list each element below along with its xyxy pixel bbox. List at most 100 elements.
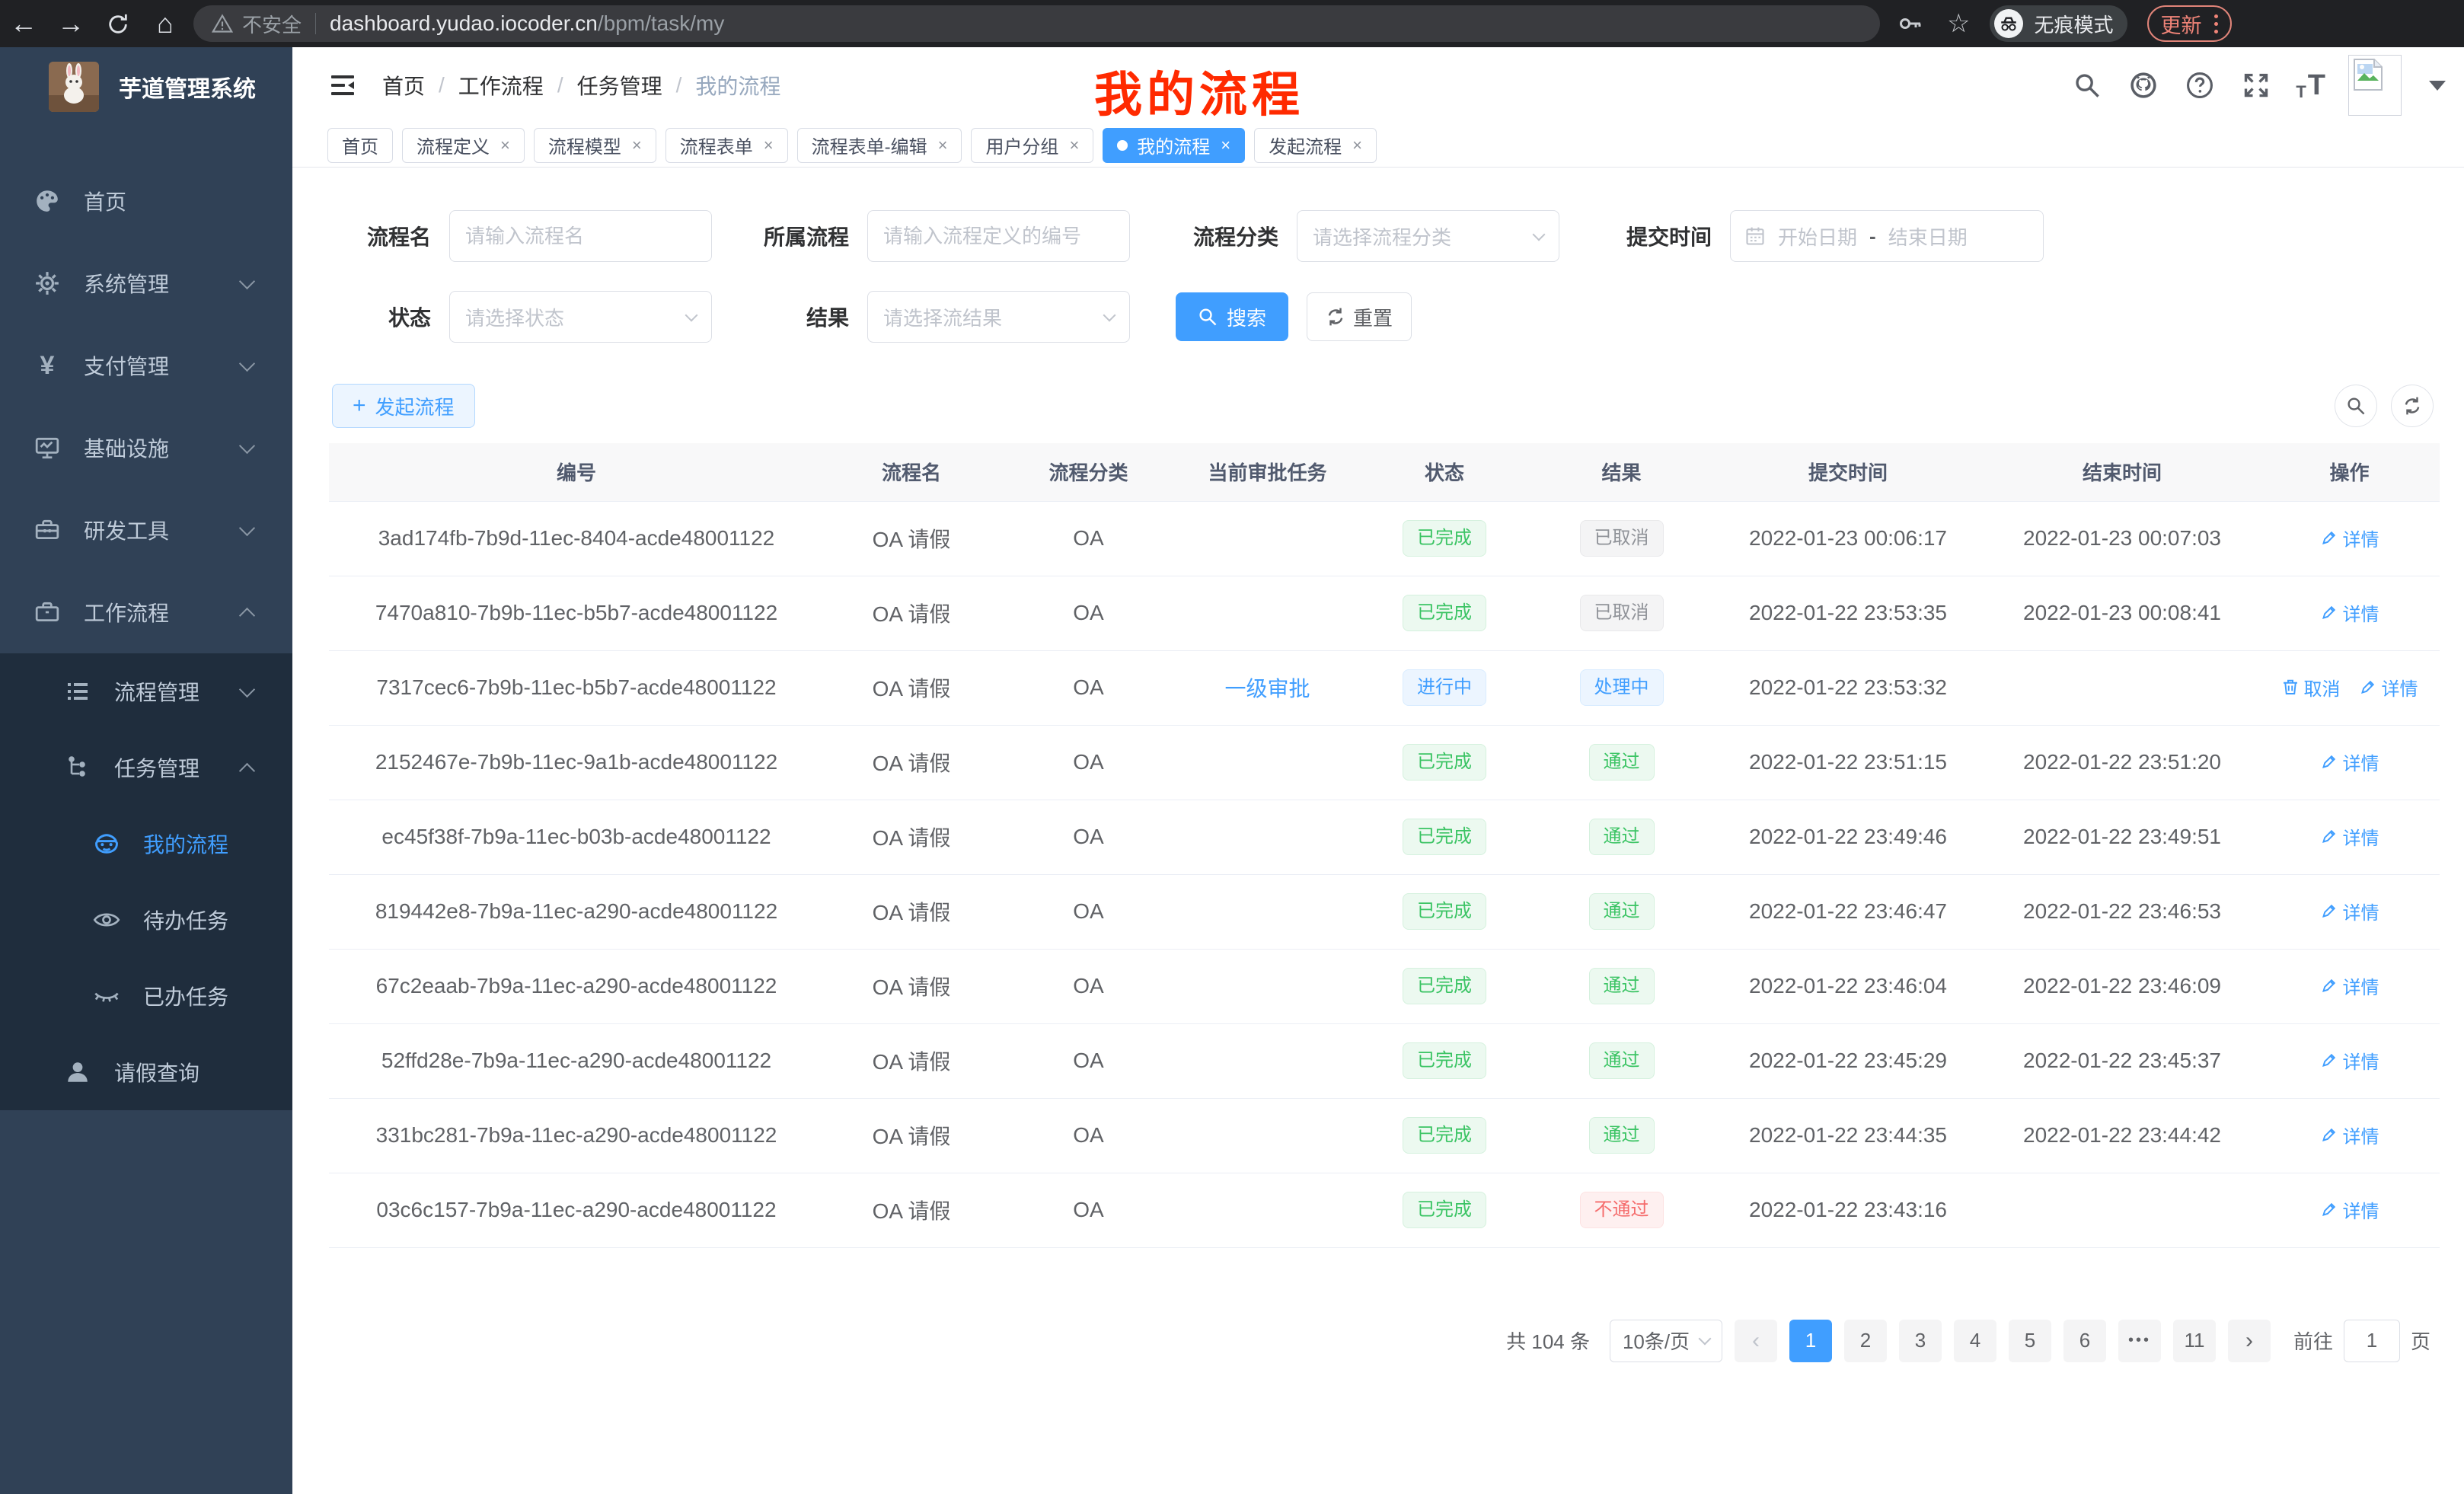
bookmark-star-icon[interactable]: ☆ xyxy=(1947,8,1970,39)
tab-流程定义[interactable]: 流程定义× xyxy=(402,128,525,163)
status-badge: 已完成 xyxy=(1403,893,1486,930)
help-icon[interactable] xyxy=(2183,69,2217,102)
sidebar-item-工作流程[interactable]: 工作流程 xyxy=(0,571,292,653)
reset-button[interactable]: 重置 xyxy=(1307,292,1412,341)
sidebar-item-请假查询[interactable]: 请假查询 xyxy=(0,1034,292,1110)
task-link[interactable]: 一级审批 xyxy=(1224,677,1310,701)
close-icon[interactable]: × xyxy=(500,136,510,155)
cell-actions: 详情 xyxy=(2259,800,2440,874)
tab-流程表单-编辑[interactable]: 流程表单-编辑× xyxy=(797,128,962,163)
avatar-dropdown-icon[interactable] xyxy=(2429,81,2446,91)
详情-action-link[interactable]: 详情 xyxy=(2320,1122,2379,1148)
browser-update-button[interactable]: 更新 xyxy=(2147,5,2232,42)
github-icon[interactable] xyxy=(2127,69,2160,102)
browser-back-button[interactable]: ← xyxy=(0,0,47,47)
submit-time-range-picker[interactable]: 开始日期 - 结束日期 xyxy=(1730,210,2044,262)
browser-home-button[interactable]: ⌂ xyxy=(142,0,189,47)
page-size-select[interactable]: 10条/页 xyxy=(1610,1320,1722,1362)
address-bar[interactable]: 不安全 dashboard.yudao.iocoder.cn /bpm/task… xyxy=(193,5,1880,42)
tab-我的流程[interactable]: 我的流程× xyxy=(1103,128,1245,163)
close-icon[interactable]: × xyxy=(1352,136,1362,155)
breadcrumb-item: 我的流程 xyxy=(695,70,780,101)
page-button-11[interactable]: 11 xyxy=(2173,1320,2216,1362)
tab-用户分组[interactable]: 用户分组× xyxy=(971,128,1093,163)
search-icon[interactable] xyxy=(2070,69,2104,102)
sidebar-item-已办任务[interactable]: 已办任务 xyxy=(0,958,292,1034)
create-process-button[interactable]: + 发起流程 xyxy=(332,384,475,428)
fullscreen-icon[interactable] xyxy=(2239,69,2273,102)
sidebar-item-研发工具[interactable]: 研发工具 xyxy=(0,489,292,571)
avatar[interactable] xyxy=(2348,55,2402,116)
breadcrumb-item[interactable]: 首页 xyxy=(382,70,425,101)
page-button-4[interactable]: 4 xyxy=(1954,1320,1996,1362)
app-logo-row[interactable]: 芋道管理系统 xyxy=(0,47,292,126)
详情-action-link[interactable]: 详情 xyxy=(2320,823,2379,850)
close-icon[interactable]: × xyxy=(1221,136,1230,155)
取消-action-link[interactable]: 取消 xyxy=(2281,674,2341,701)
breadcrumb-item[interactable]: 工作流程 xyxy=(458,70,544,101)
sidebar-item-流程管理[interactable]: 流程管理 xyxy=(0,653,292,729)
search-button[interactable]: 搜索 xyxy=(1176,292,1288,341)
result-badge: 处理中 xyxy=(1580,669,1664,706)
font-size-icon[interactable]: TT xyxy=(2296,69,2325,102)
goto-page-input[interactable] xyxy=(2344,1320,2400,1362)
cell-status: 已完成 xyxy=(1357,800,1532,874)
sidebar-collapse-button[interactable] xyxy=(320,62,365,108)
sidebar-item-我的流程[interactable]: 我的流程 xyxy=(0,806,292,882)
sidebar-item-支付管理[interactable]: ¥支付管理 xyxy=(0,324,292,407)
process-definition-input[interactable] xyxy=(883,225,1114,248)
详情-action-link[interactable]: 详情 xyxy=(2320,525,2379,551)
详情-action-link[interactable]: 详情 xyxy=(2320,1196,2379,1223)
sidebar-item-任务管理[interactable]: 任务管理 xyxy=(0,729,292,806)
tab-首页[interactable]: 首页 xyxy=(327,128,393,163)
filter-definition-label: 所属流程 xyxy=(742,221,849,251)
next-page-button[interactable]: › xyxy=(2228,1320,2271,1362)
breadcrumb-item[interactable]: 任务管理 xyxy=(577,70,662,101)
prev-page-button[interactable]: ‹ xyxy=(1735,1320,1777,1362)
action-label: 详情 xyxy=(2343,1196,2379,1223)
browser-menu-icon[interactable] xyxy=(2214,14,2218,34)
page-button-2[interactable]: 2 xyxy=(1844,1320,1887,1362)
详情-action-link[interactable]: 详情 xyxy=(2320,898,2379,924)
close-icon[interactable]: × xyxy=(938,136,948,155)
page-button-1[interactable]: 1 xyxy=(1789,1320,1832,1362)
详情-action-link[interactable]: 详情 xyxy=(2320,1047,2379,1074)
详情-action-link[interactable]: 详情 xyxy=(2359,674,2418,701)
page-button-3[interactable]: 3 xyxy=(1899,1320,1942,1362)
cell-end-time: 2022-01-22 23:51:20 xyxy=(1985,725,2259,800)
reload-icon xyxy=(107,12,129,35)
result-select[interactable]: 请选择流结果 xyxy=(867,291,1130,343)
sidebar-item-首页[interactable]: 首页 xyxy=(0,160,292,242)
sidebar-item-基础设施[interactable]: 基础设施 xyxy=(0,407,292,489)
sidebar-item-label: 首页 xyxy=(84,186,126,216)
详情-action-link[interactable]: 详情 xyxy=(2320,749,2379,775)
close-icon[interactable]: × xyxy=(632,136,642,155)
close-icon[interactable]: × xyxy=(764,136,774,155)
tab-流程模型[interactable]: 流程模型× xyxy=(534,128,656,163)
sidebar-item-系统管理[interactable]: 系统管理 xyxy=(0,242,292,324)
详情-action-link[interactable]: 详情 xyxy=(2320,599,2379,626)
status-select[interactable]: 请选择状态 xyxy=(449,291,712,343)
page-button-5[interactable]: 5 xyxy=(2009,1320,2051,1362)
sidebar-item-label: 基础设施 xyxy=(84,433,169,463)
show-search-button[interactable] xyxy=(2335,385,2377,427)
cell-submit-time: 2022-01-22 23:53:35 xyxy=(1711,576,1985,650)
tab-发起流程[interactable]: 发起流程× xyxy=(1254,128,1377,163)
key-icon[interactable] xyxy=(1894,7,1927,40)
browser-reload-button[interactable] xyxy=(94,0,142,47)
process-name-input[interactable] xyxy=(465,225,696,248)
详情-action-link[interactable]: 详情 xyxy=(2320,972,2379,999)
category-select[interactable]: 请选择流程分类 xyxy=(1297,210,1559,262)
chevron-up-icon xyxy=(239,607,255,623)
sidebar-item-label: 请假查询 xyxy=(114,1057,199,1087)
sidebar-item-待办任务[interactable]: 待办任务 xyxy=(0,882,292,958)
close-icon[interactable]: × xyxy=(1069,136,1079,155)
chevron-down-icon xyxy=(685,308,698,321)
page-button-6[interactable]: 6 xyxy=(2063,1320,2106,1362)
action-label: 详情 xyxy=(2382,674,2418,701)
tab-流程表单[interactable]: 流程表单× xyxy=(665,128,788,163)
refresh-table-button[interactable] xyxy=(2391,385,2434,427)
more-pages-button[interactable]: ••• xyxy=(2118,1320,2161,1362)
browser-forward-button[interactable]: → xyxy=(47,0,94,47)
sidebar-item-label: 我的流程 xyxy=(143,828,228,859)
